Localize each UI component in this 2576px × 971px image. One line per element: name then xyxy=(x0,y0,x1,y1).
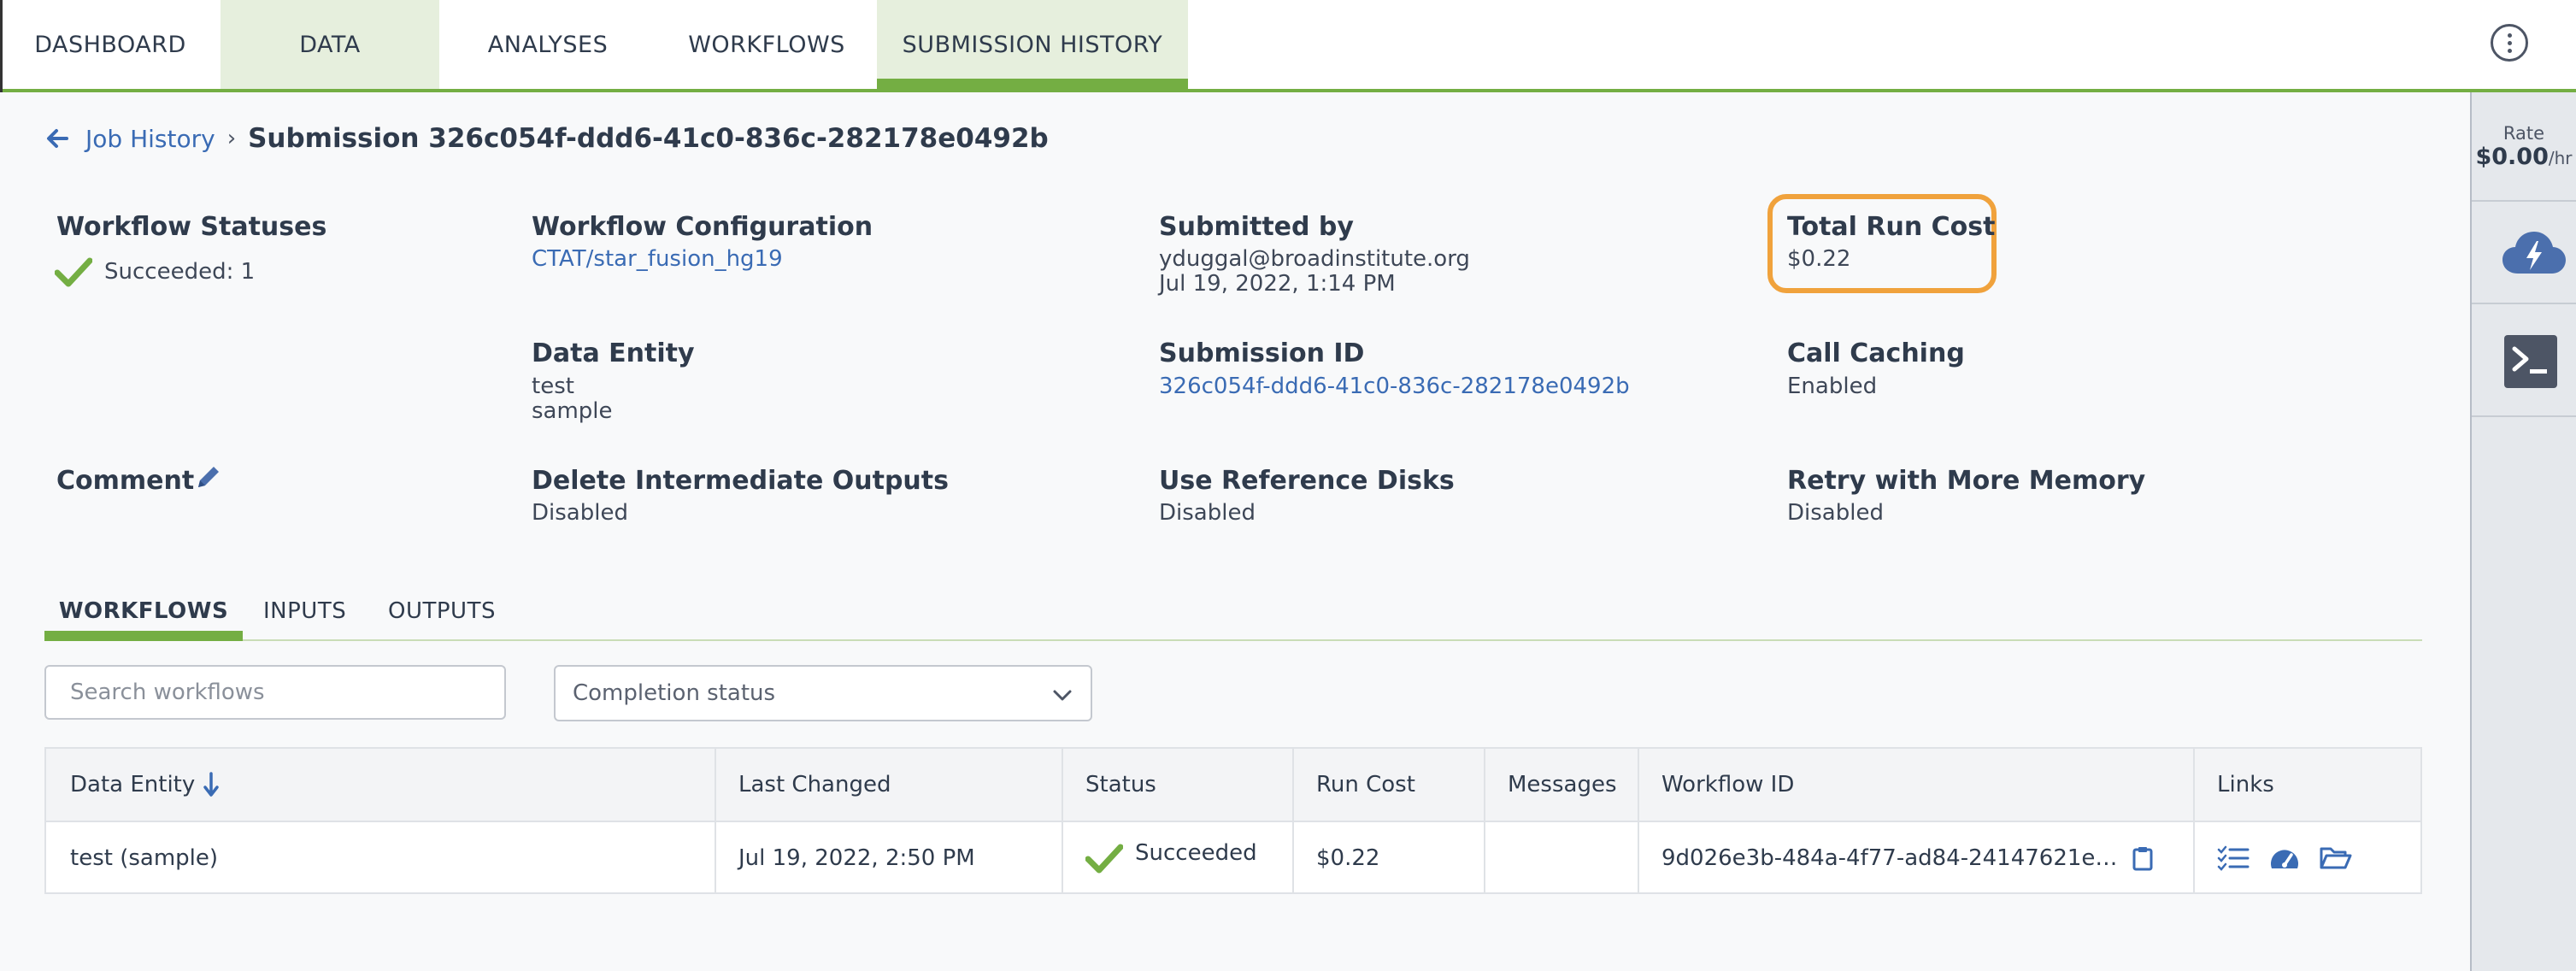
rate-unit: /hr xyxy=(2548,148,2573,168)
header-messages[interactable]: Messages xyxy=(1508,749,1617,821)
cell-data-entity: test (sample) xyxy=(70,845,219,871)
total-run-cost-highlight xyxy=(1767,194,1997,293)
column-divider xyxy=(2193,749,2195,892)
submission-id-label: Submission ID xyxy=(1159,338,1365,368)
tab-data[interactable]: DATA xyxy=(221,0,439,89)
cell-links xyxy=(2217,822,2352,894)
tab-outputs[interactable]: OUTPUTS xyxy=(388,585,496,638)
tab-inputs[interactable]: INPUTS xyxy=(263,585,346,638)
chevron-down-icon xyxy=(1053,690,1072,701)
workflow-configuration-link[interactable]: CTAT/star_fusion_hg19 xyxy=(532,247,783,272)
terminal-icon[interactable] xyxy=(2504,335,2557,388)
right-rail: Rate $0.00/hr xyxy=(2470,92,2576,971)
chevron-right-icon: › xyxy=(226,126,237,151)
workflow-statuses-label: Workflow Statuses xyxy=(56,212,327,242)
table-header xyxy=(46,749,2420,822)
breadcrumb: Job History › Submission 326c054f-ddd6-4… xyxy=(44,121,1049,156)
total-run-cost-value: $0.22 xyxy=(1787,246,1851,272)
call-caching-label: Call Caching xyxy=(1787,338,1965,368)
header-data-entity-label: Data Entity xyxy=(70,772,196,797)
detail-tabs: WORKFLOWS INPUTS OUTPUTS xyxy=(44,585,2422,641)
submitted-by-label: Submitted by xyxy=(1159,212,1354,242)
rate-label: Rate xyxy=(2502,123,2545,144)
rail-divider xyxy=(2472,200,2576,202)
column-divider xyxy=(1292,749,1294,892)
delete-intermediate-label: Delete Intermediate Outputs xyxy=(532,466,949,496)
column-divider xyxy=(1062,749,1063,892)
header-run-cost[interactable]: Run Cost xyxy=(1316,749,1415,821)
delete-intermediate-value: Disabled xyxy=(532,500,628,526)
cell-workflow-id: 9d026e3b-484a-4f77-ad84-24147621e… xyxy=(1661,822,2153,894)
pencil-icon[interactable] xyxy=(195,463,222,491)
workflow-configuration-label: Workflow Configuration xyxy=(532,212,873,242)
data-entity-name: test xyxy=(532,374,574,399)
gauge-icon[interactable] xyxy=(2268,844,2301,872)
workflow-id-text: 9d026e3b-484a-4f77-ad84-24147621e… xyxy=(1661,845,2118,871)
header-links: Links xyxy=(2217,772,2274,797)
tab-workflows[interactable]: WORKFLOWS xyxy=(656,0,877,89)
total-run-cost-label: Total Run Cost xyxy=(1787,212,1996,242)
submission-id-link[interactable]: 326c054f-ddd6-41c0-836c-282178e0492b xyxy=(1159,374,1630,399)
retry-memory-label: Retry with More Memory xyxy=(1787,466,2146,496)
submitted-date: Jul 19, 2022, 1:14 PM xyxy=(1159,271,1396,297)
completion-status-select[interactable]: Completion status xyxy=(554,665,1092,721)
check-icon xyxy=(55,257,92,287)
header-data-entity[interactable]: Data Entity xyxy=(70,749,219,821)
call-caching-value: Enabled xyxy=(1787,374,1878,399)
column-divider xyxy=(1638,749,1639,892)
folder-open-icon[interactable] xyxy=(2320,845,2352,871)
more-options-icon[interactable] xyxy=(2491,24,2528,62)
column-divider xyxy=(715,749,716,892)
completion-status-placeholder: Completion status xyxy=(573,680,776,706)
header-workflow-id[interactable]: Workflow ID xyxy=(1661,749,1794,821)
clipboard-icon[interactable] xyxy=(2132,845,2153,871)
job-history-link[interactable]: Job History xyxy=(85,125,215,153)
tab-analyses[interactable]: ANALYSES xyxy=(439,0,656,89)
cloud-environment-icon[interactable] xyxy=(2502,229,2566,277)
comment-label: Comment xyxy=(56,466,195,496)
reference-disks-value: Disabled xyxy=(1159,500,1256,526)
page-title: Submission 326c054f-ddd6-41c0-836c-28217… xyxy=(248,123,1049,154)
tab-dashboard[interactable]: DASHBOARD xyxy=(0,0,221,89)
rate-display: Rate $0.00/hr xyxy=(2472,123,2576,170)
window-edge xyxy=(0,0,3,92)
tab-workflows-detail[interactable]: WORKFLOWS xyxy=(44,585,243,641)
workflows-table: Data Entity Last Changed Status Run Cost… xyxy=(44,747,2422,894)
cell-status: Succeeded xyxy=(1085,822,1257,894)
task-list-icon[interactable] xyxy=(2217,845,2250,871)
status-text: Succeeded xyxy=(1135,840,1257,866)
data-entity-label: Data Entity xyxy=(532,338,695,368)
data-entity-type: sample xyxy=(532,398,613,424)
column-divider xyxy=(1484,749,1485,892)
top-nav: DASHBOARD DATA ANALYSES WORKFLOWS SUBMIS… xyxy=(0,0,2576,92)
rail-divider xyxy=(2472,303,2576,304)
arrow-left-icon[interactable] xyxy=(44,126,70,151)
workflow-statuses-value: Succeeded: 1 xyxy=(104,259,256,285)
header-last-changed[interactable]: Last Changed xyxy=(738,749,891,821)
sort-arrow-down-icon[interactable] xyxy=(203,772,219,797)
tab-submission-history[interactable]: SUBMISSION HISTORY xyxy=(877,0,1188,92)
search-workflows-input[interactable] xyxy=(44,665,506,720)
cell-run-cost: $0.22 xyxy=(1316,845,1380,871)
rate-value: $0.00 xyxy=(2475,144,2549,170)
check-icon xyxy=(1085,844,1123,874)
reference-disks-label: Use Reference Disks xyxy=(1159,466,1455,496)
retry-memory-value: Disabled xyxy=(1787,500,1884,526)
header-status[interactable]: Status xyxy=(1085,749,1156,821)
cell-last-changed: Jul 19, 2022, 2:50 PM xyxy=(738,845,975,871)
submitted-by-email: yduggal@broadinstitute.org xyxy=(1159,246,1470,272)
rail-divider xyxy=(2472,415,2576,417)
